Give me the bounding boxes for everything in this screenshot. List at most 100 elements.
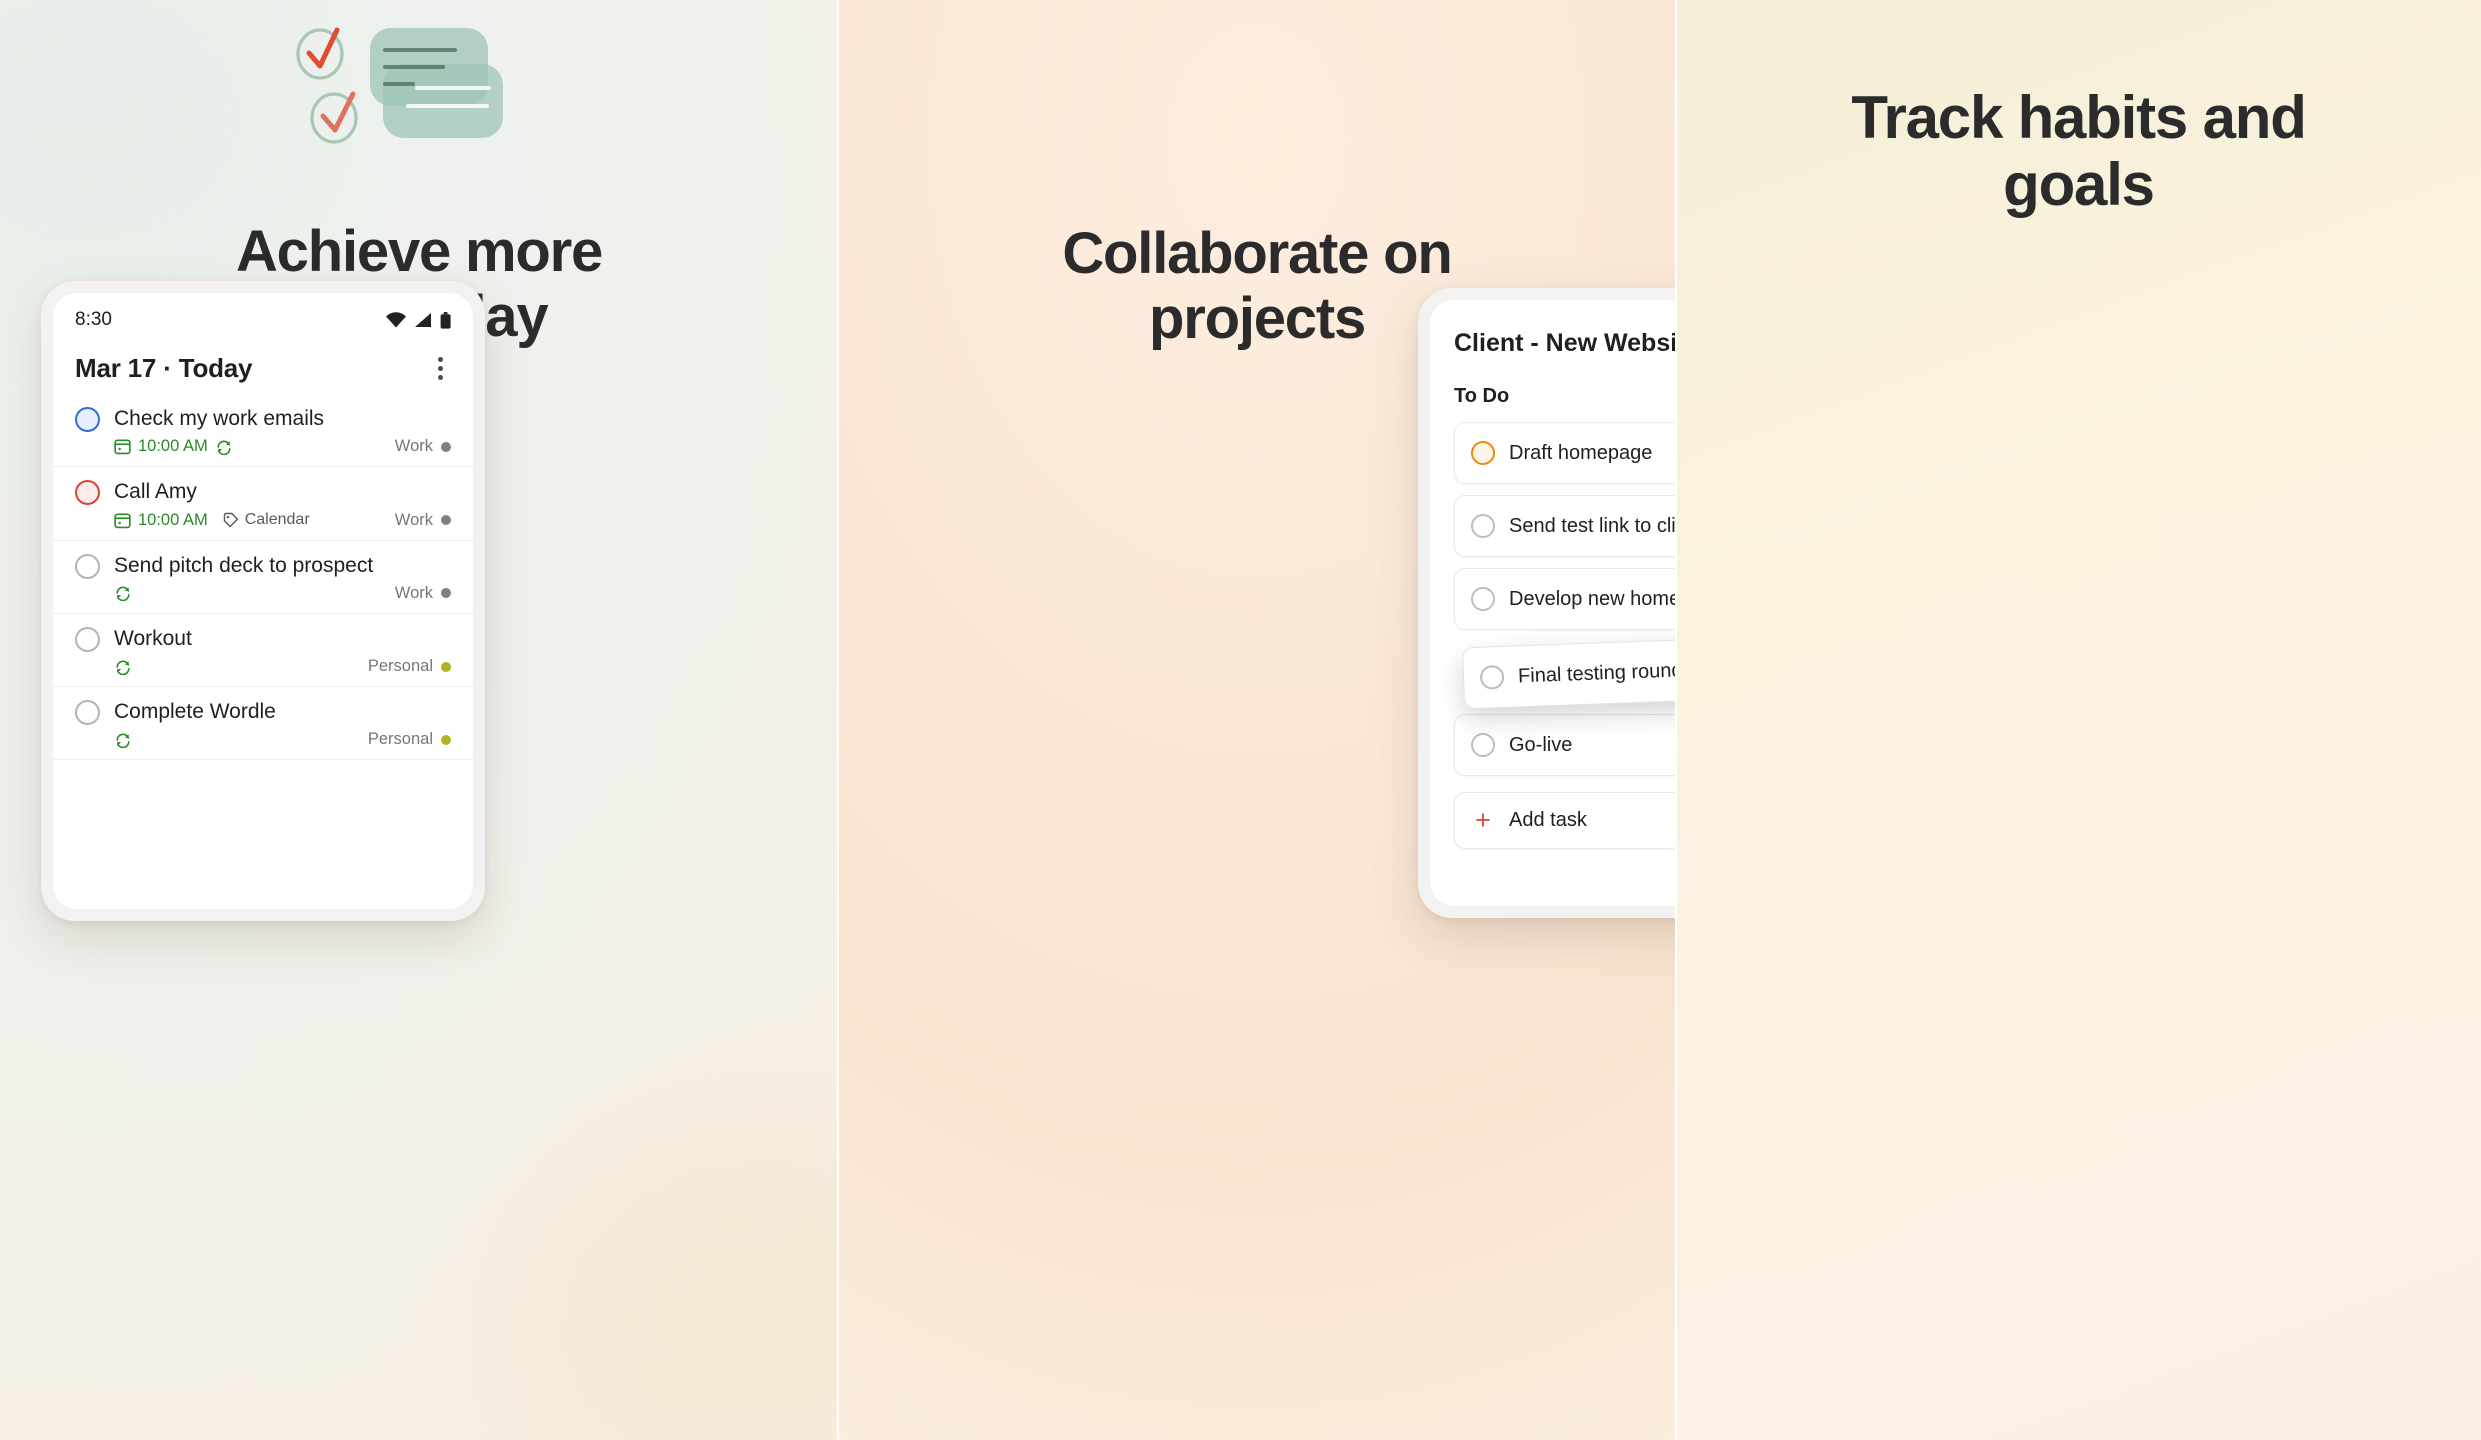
label-tag-icon xyxy=(223,512,238,527)
kebab-menu-icon[interactable] xyxy=(430,353,451,384)
recurring-icon xyxy=(116,733,130,748)
project-color-dot xyxy=(441,588,451,599)
headline-line-2: projects xyxy=(1148,285,1366,351)
task-meta: 10:00 AM Work xyxy=(75,437,451,456)
task-due xyxy=(114,585,132,602)
headline-line-1: Track habits and xyxy=(1851,84,2306,151)
task-label: Calendar xyxy=(222,511,310,529)
task-main: Call Amy xyxy=(75,479,451,506)
background-wash xyxy=(498,1100,838,1440)
plus-icon: + xyxy=(1475,805,1491,835)
phone-mockup-project-board: Client - New Website To Do I xyxy=(1418,288,1676,918)
task-project-name: Work xyxy=(394,437,433,456)
calendar-icon xyxy=(114,512,131,528)
task-project: Personal xyxy=(368,657,451,676)
task-card[interactable]: Go-live xyxy=(1454,714,1676,776)
project-color-dot xyxy=(441,734,451,745)
board-title: Client - New Website xyxy=(1454,329,1676,357)
task-project-name: Work xyxy=(394,510,433,529)
task-name: Complete Wordle xyxy=(114,700,276,723)
task-main: Workout xyxy=(75,626,451,652)
panel-achieve-more: Achieve more every day 8:30 Mar 17 · Tod… xyxy=(0,0,838,1440)
task-checkbox[interactable] xyxy=(75,553,100,579)
headline-line-1: Collaborate on xyxy=(1062,221,1452,286)
task-due xyxy=(114,659,132,675)
add-task-label: Add task xyxy=(1509,809,1587,831)
recurring-icon xyxy=(116,660,130,675)
status-bar-icons xyxy=(385,311,451,329)
section-header: To Do I xyxy=(1430,359,1676,412)
task-main: Complete Wordle xyxy=(75,699,451,725)
task-project-name: Personal xyxy=(367,730,433,749)
card-list: Draft homepage Send test link to client xyxy=(1430,412,1676,849)
project-color-dot xyxy=(441,515,451,525)
task-checkbox[interactable] xyxy=(1479,664,1505,690)
task-name: Go-live xyxy=(1509,733,1573,756)
task-meta: 10:00 AM Calendar Work xyxy=(75,511,451,530)
task-project: Personal xyxy=(368,730,451,749)
headline-line-2: goals xyxy=(2003,151,2155,219)
page-title: Track habits and goals xyxy=(1676,84,2481,218)
task-checkbox[interactable] xyxy=(1471,514,1495,538)
task-name: Check my work emails xyxy=(114,407,325,430)
phone-mockup-today-list: 8:30 Mar 17 · Today Check my work emails… xyxy=(41,281,485,921)
task-checkbox[interactable] xyxy=(75,700,100,725)
task-name: Send pitch deck to prospect xyxy=(114,553,374,577)
task-card[interactable]: Develop new homepage xyxy=(1454,568,1676,630)
task-row[interactable]: Check my work emails 10:00 AM Work xyxy=(53,394,473,468)
task-row[interactable]: Call Amy 10:00 AM Calendar Work xyxy=(53,467,473,541)
panel-divider xyxy=(1675,0,1677,1440)
task-checkbox[interactable] xyxy=(75,407,100,432)
task-project: Work xyxy=(395,511,451,530)
task-card[interactable]: Send test link to client xyxy=(1454,495,1676,557)
task-row[interactable]: Workout Personal xyxy=(53,614,473,687)
checkmarks-and-notecards-illustration xyxy=(265,20,555,160)
project-color-dot xyxy=(441,441,451,452)
status-bar-time: 8:30 xyxy=(75,309,112,330)
task-main: Send pitch deck to prospect xyxy=(75,553,451,579)
panel-collaborate: Collaborate on projects Client - New Web… xyxy=(838,0,1676,1440)
task-meta: Personal xyxy=(75,657,451,676)
task-row[interactable]: Send pitch deck to prospect Work xyxy=(53,541,473,614)
task-name: Develop new homepage xyxy=(1509,587,1676,610)
task-time: 10:00 AM xyxy=(138,510,208,529)
board-header: Client - New Website xyxy=(1430,300,1676,359)
phone-screen: 8:30 Mar 17 · Today Check my work emails… xyxy=(53,293,473,909)
cellular-signal-icon xyxy=(415,313,431,327)
task-checkbox[interactable] xyxy=(75,480,100,506)
task-checkbox[interactable] xyxy=(1471,587,1495,611)
task-main: Check my work emails xyxy=(75,406,451,432)
app-store-screenshot-set: Achieve more every day 8:30 Mar 17 · Tod… xyxy=(0,0,2481,1440)
task-meta: Personal xyxy=(75,730,451,749)
task-name: Send test link to client xyxy=(1509,514,1676,537)
task-card-dragging[interactable]: Final testing round xyxy=(1461,634,1676,710)
task-due: 10:00 AM xyxy=(114,511,208,530)
task-checkbox[interactable] xyxy=(1471,441,1495,465)
task-checkbox[interactable] xyxy=(75,626,100,652)
list-header: Mar 17 · Today xyxy=(53,337,473,394)
recurring-icon xyxy=(217,440,231,455)
recurring-icon xyxy=(116,586,130,602)
task-name: Call Amy xyxy=(114,480,197,504)
headline-line-1: Achieve more xyxy=(236,219,603,284)
task-card[interactable]: Draft homepage xyxy=(1454,422,1676,484)
task-due: 10:00 AM xyxy=(114,437,233,456)
panel-track-habits: Track habits and goals xyxy=(1676,0,2481,1440)
task-meta: Work xyxy=(75,584,451,603)
task-name: Workout xyxy=(114,626,192,650)
add-task-button[interactable]: + Add task xyxy=(1454,792,1676,849)
task-name: Final testing round xyxy=(1517,658,1676,687)
task-time: 10:00 AM xyxy=(138,437,208,456)
list-title: Mar 17 · Today xyxy=(75,353,253,383)
task-row[interactable]: Complete Wordle Personal xyxy=(53,687,473,761)
task-project: Work xyxy=(395,437,451,456)
task-checkbox[interactable] xyxy=(1471,733,1495,757)
task-label-name: Calendar xyxy=(244,511,310,528)
task-project-name: Work xyxy=(394,583,433,602)
phone-screen: Client - New Website To Do I xyxy=(1430,300,1676,906)
section-name: To Do xyxy=(1454,385,1510,407)
battery-icon xyxy=(440,311,451,329)
task-project-name: Personal xyxy=(367,657,433,675)
panel-divider xyxy=(837,0,839,1440)
wifi-icon xyxy=(386,312,406,328)
